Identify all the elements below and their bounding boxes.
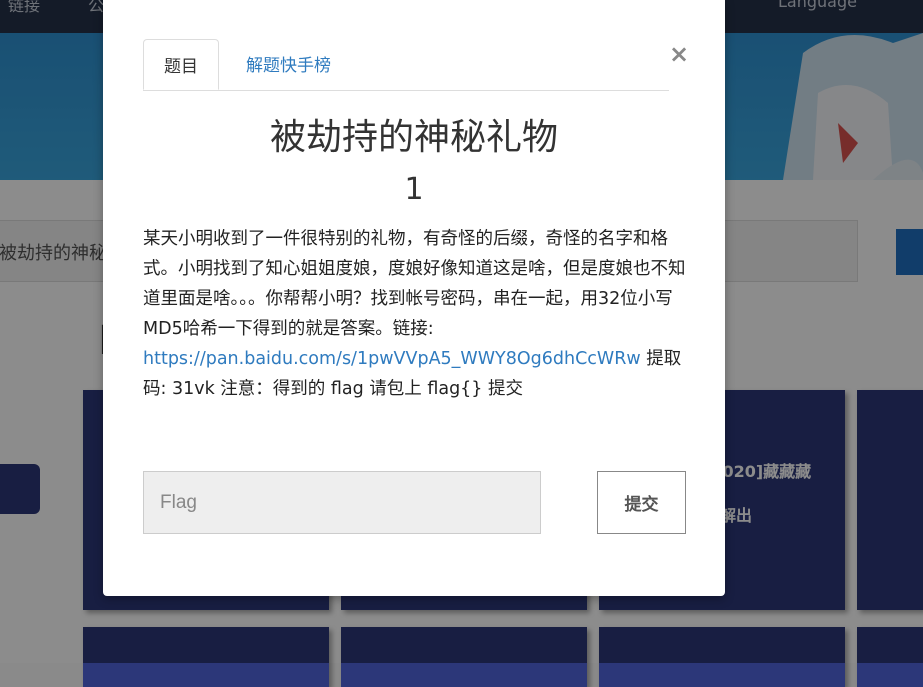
flag-input[interactable] xyxy=(143,471,541,534)
challenge-description: 某天小明收到了一件很特别的礼物，有奇怪的后缀，奇怪的名字和格式。小明找到了知心姐… xyxy=(143,224,693,404)
challenge-points: 1 xyxy=(404,172,424,207)
challenge-title: 被劫持的神秘礼物 xyxy=(269,117,558,158)
tab-solve-ranking[interactable]: 解题快手榜 xyxy=(226,39,351,90)
modal-tabs: 题目 解题快手榜 xyxy=(143,39,669,91)
tab-challenge[interactable]: 题目 xyxy=(143,39,219,90)
download-link[interactable]: https://pan.baidu.com/s/1pwVVpA5_WWY8Og6… xyxy=(143,349,641,369)
challenge-modal: 题目 解题快手榜 × 被劫持的神秘礼物 1 某天小明收到了一件很特别的礼物，有奇… xyxy=(103,0,725,596)
close-icon[interactable]: × xyxy=(669,40,689,68)
submit-button[interactable]: 提交 xyxy=(597,471,686,534)
description-text: 某天小明收到了一件很特别的礼物，有奇怪的后缀，奇怪的名字和格式。小明找到了知心姐… xyxy=(143,229,686,339)
